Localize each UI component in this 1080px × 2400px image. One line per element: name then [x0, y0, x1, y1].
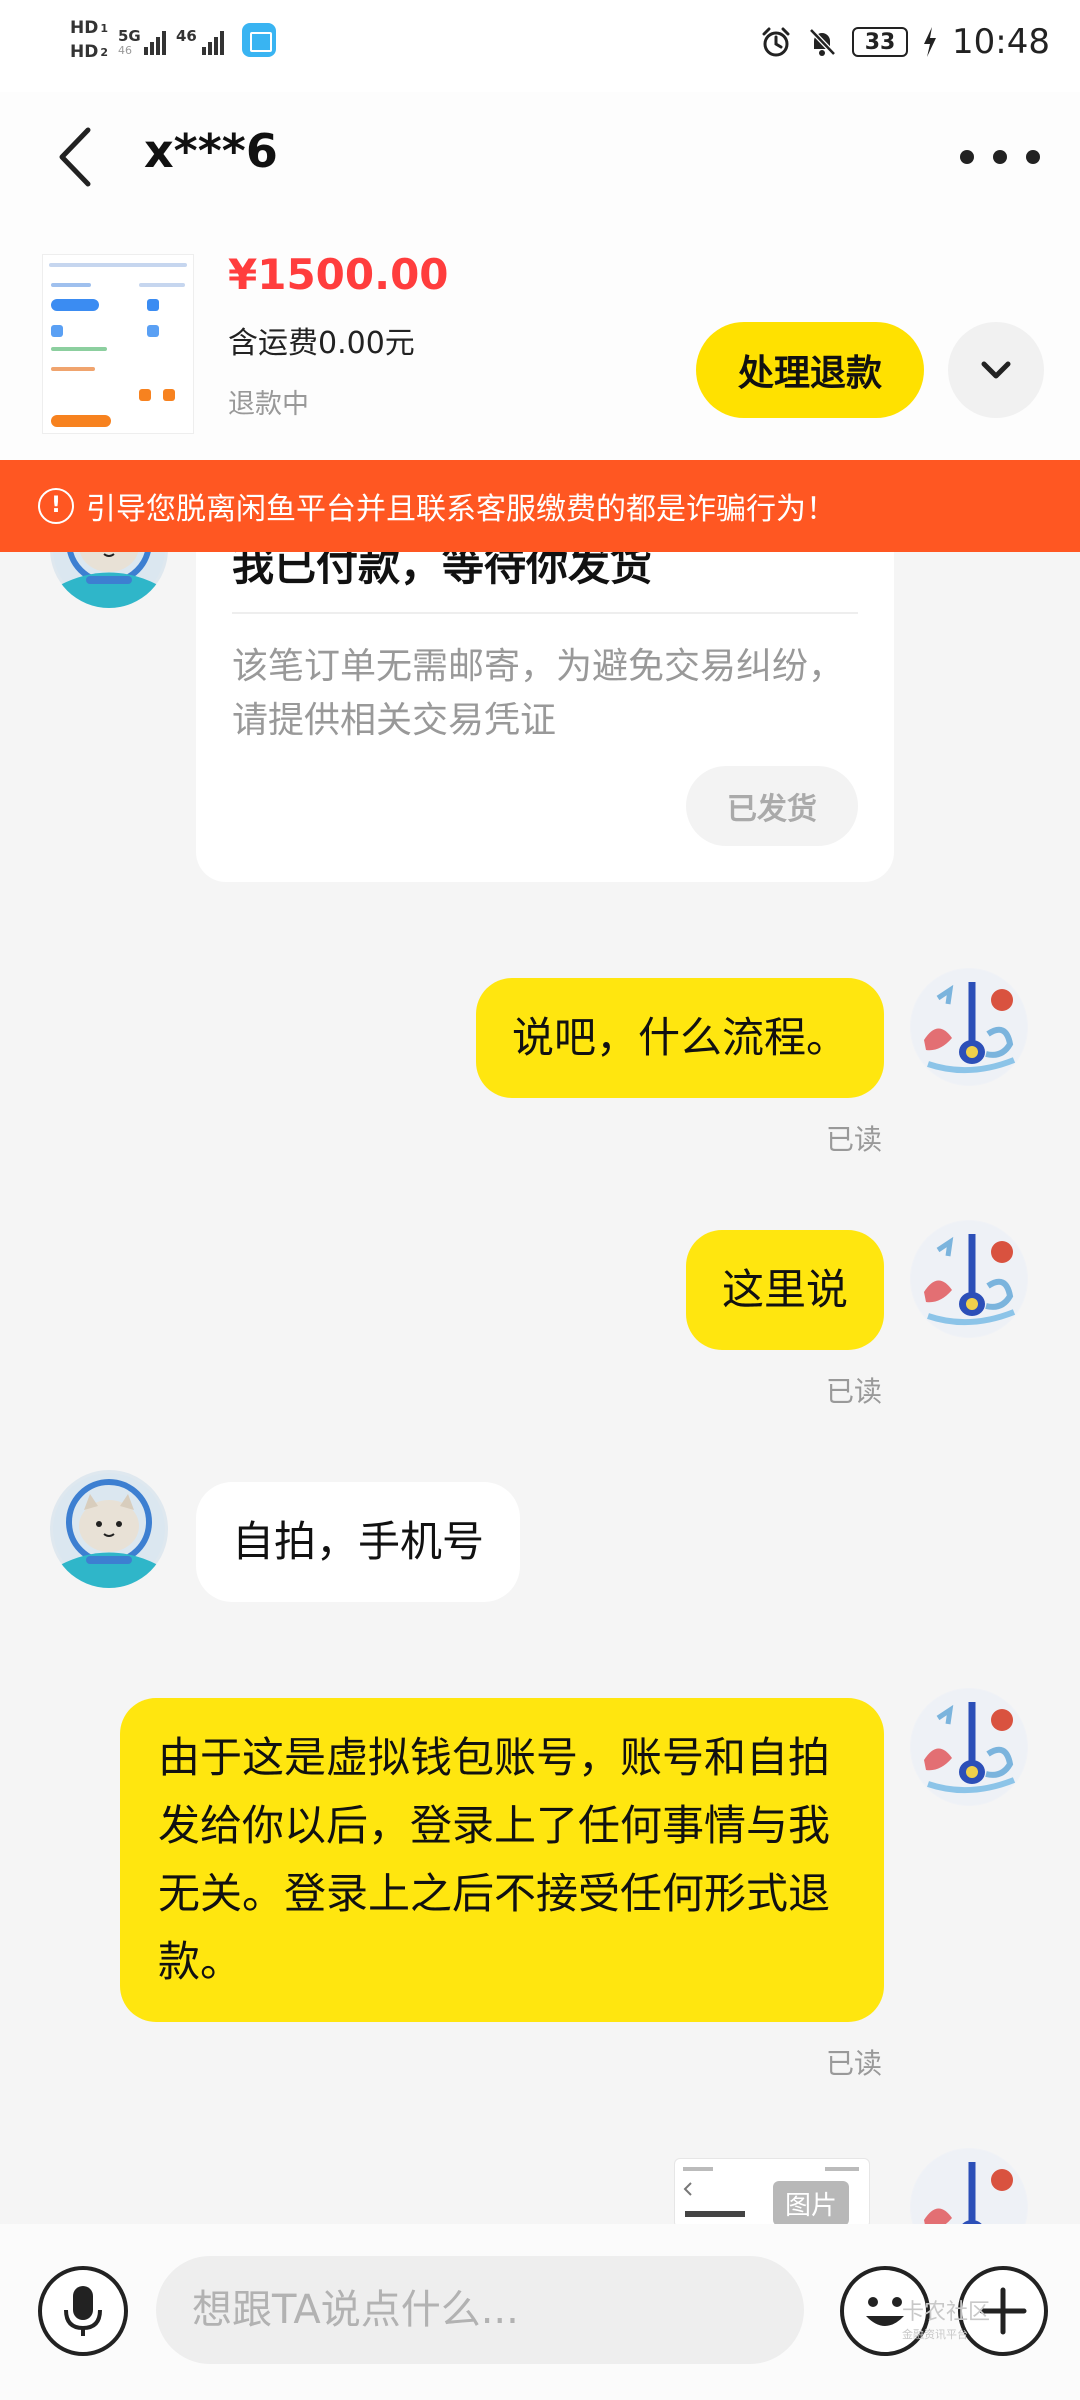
message-bubble[interactable]: 这里说 — [685, 1230, 884, 1350]
product-price: ¥1500.00 — [228, 250, 449, 299]
user-avatar-icon — [911, 969, 1027, 1085]
battery-icon: 33 — [852, 27, 909, 57]
process-refund-button[interactable]: 处理退款 — [696, 322, 924, 418]
signal-4g-icon: 46 — [176, 25, 224, 55]
warning-text: 引导您脱离闲鱼平台并且联系客服缴费的都是诈骗行为！ — [86, 492, 836, 527]
alarm-icon — [762, 27, 790, 57]
image-label: 图片 — [772, 2181, 849, 2224]
avatar[interactable] — [910, 2148, 1028, 2224]
product-card[interactable]: ¥1500.00 含运费0.00元 退款中 处理退款 — [0, 222, 1080, 460]
mute-bell-icon — [809, 28, 836, 56]
status-left: HD 1 HD 2 5G 46 46 — [70, 18, 276, 62]
warning-icon: ! — [38, 488, 74, 524]
message-bubble[interactable]: 说吧，什么流程。 — [475, 978, 884, 1098]
order-card-description: 该笔订单无需邮寄，为避免交易纠纷，请提供相关交易凭证 — [232, 646, 845, 741]
product-thumbnail[interactable] — [42, 254, 194, 434]
shipped-button[interactable]: 已发货 — [686, 766, 858, 846]
message-bubble[interactable]: 自拍，手机号 — [196, 1482, 521, 1602]
chat-title: x***6 — [144, 124, 278, 178]
hd-indicators: HD 1 HD 2 — [70, 18, 108, 62]
reader-app-icon — [242, 23, 276, 57]
avatar[interactable] — [910, 1220, 1028, 1338]
cat-avatar-icon — [53, 552, 165, 608]
hd-indicator-1: HD 1 — [70, 18, 108, 38]
user-avatar-icon — [911, 2149, 1027, 2224]
order-card-title: 我已付款，等待你发货 — [232, 552, 653, 590]
avatar[interactable] — [910, 968, 1028, 1086]
avatar[interactable] — [910, 1688, 1028, 1806]
signal-5g-icon: 5G 46 — [118, 25, 166, 57]
clock: 10:48 — [952, 22, 1050, 62]
avatar[interactable] — [50, 1470, 168, 1588]
chevron-down-icon — [981, 361, 1011, 379]
divider — [232, 612, 858, 614]
back-icon[interactable] — [50, 122, 100, 192]
watermark-text: 卡农社区 — [902, 2300, 991, 2325]
voice-button[interactable] — [38, 2266, 128, 2356]
status-bar: HD 1 HD 2 5G 46 46 33 10:48 — [0, 0, 1080, 92]
expand-button[interactable] — [948, 322, 1044, 418]
status-right: 33 10:48 — [760, 22, 1050, 62]
order-status-card: 我已付款，等待你发货 该笔订单无需邮寄，为避免交易纠纷，请提供相关交易凭证 已发… — [196, 552, 894, 882]
read-receipt: 已读 — [826, 1123, 883, 1156]
hd-indicator-2: HD 2 — [70, 42, 108, 62]
cat-avatar-icon — [53, 1473, 165, 1588]
shipping-fee: 含运费0.00元 — [228, 326, 415, 361]
input-bar: 卡农社区 金融资讯平台 — [0, 2224, 1080, 2400]
image-message[interactable]: 图片 — [674, 2158, 870, 2224]
chat-header: x***6 — [0, 92, 1080, 222]
avatar[interactable] — [50, 552, 168, 608]
charging-icon — [924, 27, 937, 57]
more-options-icon[interactable] — [960, 132, 1040, 182]
watermark: 卡农社区 金融资讯平台 — [902, 2302, 990, 2346]
order-status: 退款中 — [228, 389, 309, 420]
user-avatar-icon — [911, 1221, 1027, 1337]
read-receipt: 已读 — [826, 2047, 883, 2080]
watermark-subtext: 金融资讯平台 — [902, 2328, 968, 2341]
message-bubble[interactable]: 由于这是虚拟钱包账号，账号和自拍发给你以后，登录上了任何事情与我无关。登录上之后… — [120, 1698, 884, 2022]
user-avatar-icon — [911, 1689, 1027, 1805]
message-input[interactable] — [156, 2256, 804, 2364]
fraud-warning-banner: ! 引导您脱离闲鱼平台并且联系客服缴费的都是诈骗行为！ — [0, 460, 1080, 552]
message-list[interactable]: 我已付款，等待你发货 该笔订单无需邮寄，为避免交易纠纷，请提供相关交易凭证 已发… — [0, 552, 1080, 2224]
read-receipt: 已读 — [826, 1375, 883, 1408]
microphone-icon — [64, 2286, 102, 2336]
